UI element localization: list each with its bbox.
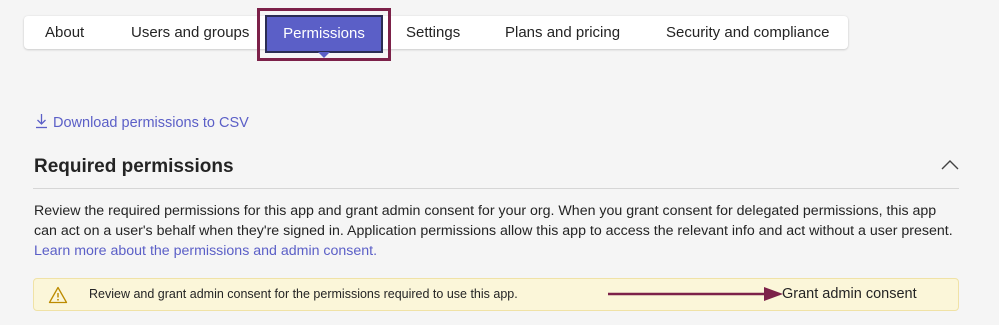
section-title: Required permissions: [34, 156, 234, 177]
warning-icon: [48, 286, 68, 304]
tab-security-and-compliance[interactable]: Security and compliance: [666, 16, 829, 49]
warning-text: Review and grant admin consent for the p…: [89, 287, 518, 301]
description-text: Review the required permissions for this…: [34, 203, 953, 239]
download-link-label: Download permissions to CSV: [53, 115, 249, 131]
tab-settings[interactable]: Settings: [406, 16, 460, 49]
tab-plans-and-pricing[interactable]: Plans and pricing: [505, 16, 620, 49]
tab-about[interactable]: About: [45, 16, 84, 49]
download-permissions-link[interactable]: Download permissions to CSV: [35, 112, 249, 134]
section-description: Review the required permissions for this…: [34, 201, 962, 261]
section-divider: [33, 188, 959, 189]
tab-bar: About Users and groups Settings Plans an…: [24, 16, 848, 49]
chevron-up-icon[interactable]: [938, 156, 962, 176]
grant-admin-consent-button[interactable]: Grant admin consent: [782, 279, 917, 310]
learn-more-link[interactable]: Learn more about the permissions and adm…: [34, 243, 377, 259]
active-tab-indicator: [318, 52, 330, 58]
tab-users-and-groups[interactable]: Users and groups: [131, 16, 249, 49]
download-icon: [35, 113, 53, 133]
annotation-arrow: [608, 287, 783, 301]
consent-warning-bar: Review and grant admin consent for the p…: [33, 278, 959, 311]
tab-permissions[interactable]: Permissions: [265, 15, 383, 53]
